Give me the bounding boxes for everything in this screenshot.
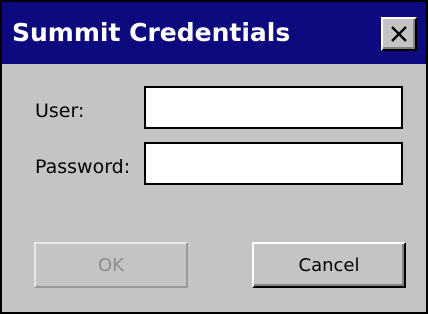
user-label: User: <box>35 100 85 122</box>
close-icon <box>391 26 407 42</box>
title-bar: Summit Credentials <box>2 2 426 64</box>
user-input[interactable] <box>144 86 403 129</box>
password-label: Password: <box>35 156 131 178</box>
dialog-title: Summit Credentials <box>12 18 291 47</box>
cancel-button[interactable]: Cancel <box>252 242 406 288</box>
password-input[interactable] <box>144 142 403 185</box>
ok-button[interactable]: OK <box>34 242 188 288</box>
close-button[interactable] <box>381 17 417 51</box>
credentials-dialog: Summit Credentials User: Password: OK Ca… <box>0 0 428 314</box>
